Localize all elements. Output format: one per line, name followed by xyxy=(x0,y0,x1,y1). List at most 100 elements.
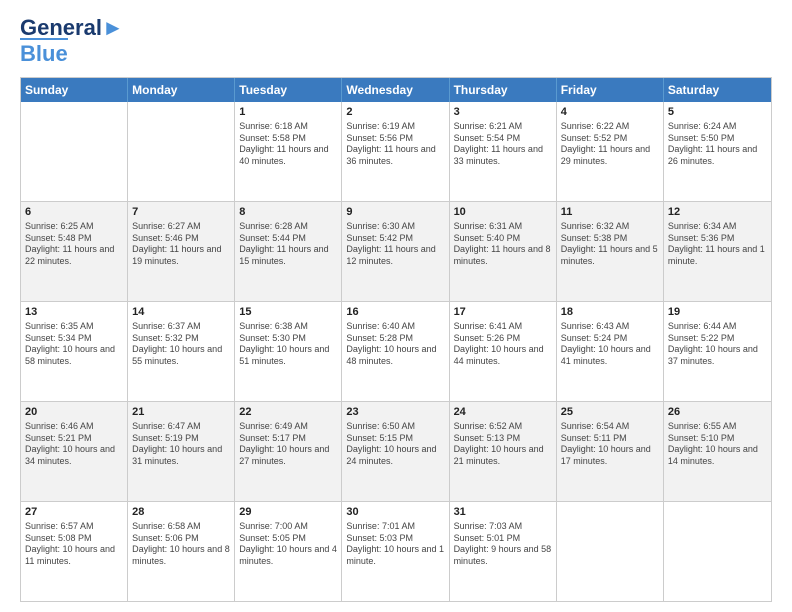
cell-info: Sunrise: 6:19 AMSunset: 5:56 PMDaylight:… xyxy=(346,121,444,168)
cal-cell: 9Sunrise: 6:30 AMSunset: 5:42 PMDaylight… xyxy=(342,202,449,301)
day-number: 7 xyxy=(132,205,230,220)
logo: General► Blue xyxy=(20,16,124,67)
day-number: 21 xyxy=(132,405,230,420)
cal-cell: 8Sunrise: 6:28 AMSunset: 5:44 PMDaylight… xyxy=(235,202,342,301)
day-number: 16 xyxy=(346,305,444,320)
cell-info: Sunrise: 6:40 AMSunset: 5:28 PMDaylight:… xyxy=(346,321,444,368)
day-number: 20 xyxy=(25,405,123,420)
logo-bird-icon: ► xyxy=(102,15,124,40)
cell-info: Sunrise: 6:28 AMSunset: 5:44 PMDaylight:… xyxy=(239,221,337,268)
cal-cell xyxy=(664,502,771,601)
cal-cell: 13Sunrise: 6:35 AMSunset: 5:34 PMDayligh… xyxy=(21,302,128,401)
day-number: 14 xyxy=(132,305,230,320)
cal-cell: 4Sunrise: 6:22 AMSunset: 5:52 PMDaylight… xyxy=(557,102,664,201)
cal-cell xyxy=(128,102,235,201)
cal-cell: 19Sunrise: 6:44 AMSunset: 5:22 PMDayligh… xyxy=(664,302,771,401)
day-number: 22 xyxy=(239,405,337,420)
cal-cell: 2Sunrise: 6:19 AMSunset: 5:56 PMDaylight… xyxy=(342,102,449,201)
cell-info: Sunrise: 6:50 AMSunset: 5:15 PMDaylight:… xyxy=(346,421,444,468)
cell-info: Sunrise: 6:57 AMSunset: 5:08 PMDaylight:… xyxy=(25,521,123,568)
day-number: 31 xyxy=(454,505,552,520)
cal-cell: 6Sunrise: 6:25 AMSunset: 5:48 PMDaylight… xyxy=(21,202,128,301)
day-number: 12 xyxy=(668,205,767,220)
day-number: 9 xyxy=(346,205,444,220)
cal-cell: 7Sunrise: 6:27 AMSunset: 5:46 PMDaylight… xyxy=(128,202,235,301)
day-number: 25 xyxy=(561,405,659,420)
cell-info: Sunrise: 6:38 AMSunset: 5:30 PMDaylight:… xyxy=(239,321,337,368)
header-day-tuesday: Tuesday xyxy=(235,78,342,102)
page: General► Blue SundayMondayTuesdayWednesd… xyxy=(0,0,792,612)
cell-info: Sunrise: 6:41 AMSunset: 5:26 PMDaylight:… xyxy=(454,321,552,368)
cal-cell: 16Sunrise: 6:40 AMSunset: 5:28 PMDayligh… xyxy=(342,302,449,401)
cell-info: Sunrise: 6:43 AMSunset: 5:24 PMDaylight:… xyxy=(561,321,659,368)
cell-info: Sunrise: 6:27 AMSunset: 5:46 PMDaylight:… xyxy=(132,221,230,268)
cal-cell: 24Sunrise: 6:52 AMSunset: 5:13 PMDayligh… xyxy=(450,402,557,501)
cal-cell xyxy=(21,102,128,201)
cal-cell: 12Sunrise: 6:34 AMSunset: 5:36 PMDayligh… xyxy=(664,202,771,301)
cell-info: Sunrise: 6:35 AMSunset: 5:34 PMDaylight:… xyxy=(25,321,123,368)
cell-info: Sunrise: 6:58 AMSunset: 5:06 PMDaylight:… xyxy=(132,521,230,568)
day-number: 28 xyxy=(132,505,230,520)
cal-cell: 22Sunrise: 6:49 AMSunset: 5:17 PMDayligh… xyxy=(235,402,342,501)
cal-cell: 28Sunrise: 6:58 AMSunset: 5:06 PMDayligh… xyxy=(128,502,235,601)
header-day-sunday: Sunday xyxy=(21,78,128,102)
day-number: 4 xyxy=(561,105,659,120)
header-day-monday: Monday xyxy=(128,78,235,102)
header-day-friday: Friday xyxy=(557,78,664,102)
cell-info: Sunrise: 6:52 AMSunset: 5:13 PMDaylight:… xyxy=(454,421,552,468)
day-number: 10 xyxy=(454,205,552,220)
cal-cell: 5Sunrise: 6:24 AMSunset: 5:50 PMDaylight… xyxy=(664,102,771,201)
cal-cell xyxy=(557,502,664,601)
cell-info: Sunrise: 6:55 AMSunset: 5:10 PMDaylight:… xyxy=(668,421,767,468)
day-number: 18 xyxy=(561,305,659,320)
day-number: 6 xyxy=(25,205,123,220)
day-number: 19 xyxy=(668,305,767,320)
cell-info: Sunrise: 7:01 AMSunset: 5:03 PMDaylight:… xyxy=(346,521,444,568)
cal-cell: 17Sunrise: 6:41 AMSunset: 5:26 PMDayligh… xyxy=(450,302,557,401)
cell-info: Sunrise: 6:21 AMSunset: 5:54 PMDaylight:… xyxy=(454,121,552,168)
cell-info: Sunrise: 6:46 AMSunset: 5:21 PMDaylight:… xyxy=(25,421,123,468)
calendar-header: SundayMondayTuesdayWednesdayThursdayFrid… xyxy=(21,78,771,102)
day-number: 26 xyxy=(668,405,767,420)
day-number: 15 xyxy=(239,305,337,320)
cell-info: Sunrise: 6:30 AMSunset: 5:42 PMDaylight:… xyxy=(346,221,444,268)
cell-info: Sunrise: 6:18 AMSunset: 5:58 PMDaylight:… xyxy=(239,121,337,168)
day-number: 23 xyxy=(346,405,444,420)
cal-cell: 15Sunrise: 6:38 AMSunset: 5:30 PMDayligh… xyxy=(235,302,342,401)
cal-cell: 31Sunrise: 7:03 AMSunset: 5:01 PMDayligh… xyxy=(450,502,557,601)
cal-cell: 18Sunrise: 6:43 AMSunset: 5:24 PMDayligh… xyxy=(557,302,664,401)
calendar-row-0: 1Sunrise: 6:18 AMSunset: 5:58 PMDaylight… xyxy=(21,102,771,201)
cell-info: Sunrise: 6:54 AMSunset: 5:11 PMDaylight:… xyxy=(561,421,659,468)
cal-cell: 27Sunrise: 6:57 AMSunset: 5:08 PMDayligh… xyxy=(21,502,128,601)
cal-cell: 26Sunrise: 6:55 AMSunset: 5:10 PMDayligh… xyxy=(664,402,771,501)
header-day-wednesday: Wednesday xyxy=(342,78,449,102)
day-number: 30 xyxy=(346,505,444,520)
day-number: 8 xyxy=(239,205,337,220)
cal-cell: 3Sunrise: 6:21 AMSunset: 5:54 PMDaylight… xyxy=(450,102,557,201)
cell-info: Sunrise: 6:25 AMSunset: 5:48 PMDaylight:… xyxy=(25,221,123,268)
day-number: 11 xyxy=(561,205,659,220)
calendar-row-4: 27Sunrise: 6:57 AMSunset: 5:08 PMDayligh… xyxy=(21,501,771,601)
header: General► Blue xyxy=(20,16,772,67)
cell-info: Sunrise: 7:00 AMSunset: 5:05 PMDaylight:… xyxy=(239,521,337,568)
cal-cell: 20Sunrise: 6:46 AMSunset: 5:21 PMDayligh… xyxy=(21,402,128,501)
day-number: 5 xyxy=(668,105,767,120)
header-day-thursday: Thursday xyxy=(450,78,557,102)
logo-text: General► xyxy=(20,16,124,40)
day-number: 3 xyxy=(454,105,552,120)
cell-info: Sunrise: 6:22 AMSunset: 5:52 PMDaylight:… xyxy=(561,121,659,168)
header-day-saturday: Saturday xyxy=(664,78,771,102)
cal-cell: 1Sunrise: 6:18 AMSunset: 5:58 PMDaylight… xyxy=(235,102,342,201)
cal-cell: 23Sunrise: 6:50 AMSunset: 5:15 PMDayligh… xyxy=(342,402,449,501)
day-number: 24 xyxy=(454,405,552,420)
calendar-row-3: 20Sunrise: 6:46 AMSunset: 5:21 PMDayligh… xyxy=(21,401,771,501)
day-number: 1 xyxy=(239,105,337,120)
cell-info: Sunrise: 6:32 AMSunset: 5:38 PMDaylight:… xyxy=(561,221,659,268)
calendar-row-2: 13Sunrise: 6:35 AMSunset: 5:34 PMDayligh… xyxy=(21,301,771,401)
cell-info: Sunrise: 7:03 AMSunset: 5:01 PMDaylight:… xyxy=(454,521,552,568)
cell-info: Sunrise: 6:47 AMSunset: 5:19 PMDaylight:… xyxy=(132,421,230,468)
cell-info: Sunrise: 6:37 AMSunset: 5:32 PMDaylight:… xyxy=(132,321,230,368)
cal-cell: 29Sunrise: 7:00 AMSunset: 5:05 PMDayligh… xyxy=(235,502,342,601)
day-number: 27 xyxy=(25,505,123,520)
calendar: SundayMondayTuesdayWednesdayThursdayFrid… xyxy=(20,77,772,602)
